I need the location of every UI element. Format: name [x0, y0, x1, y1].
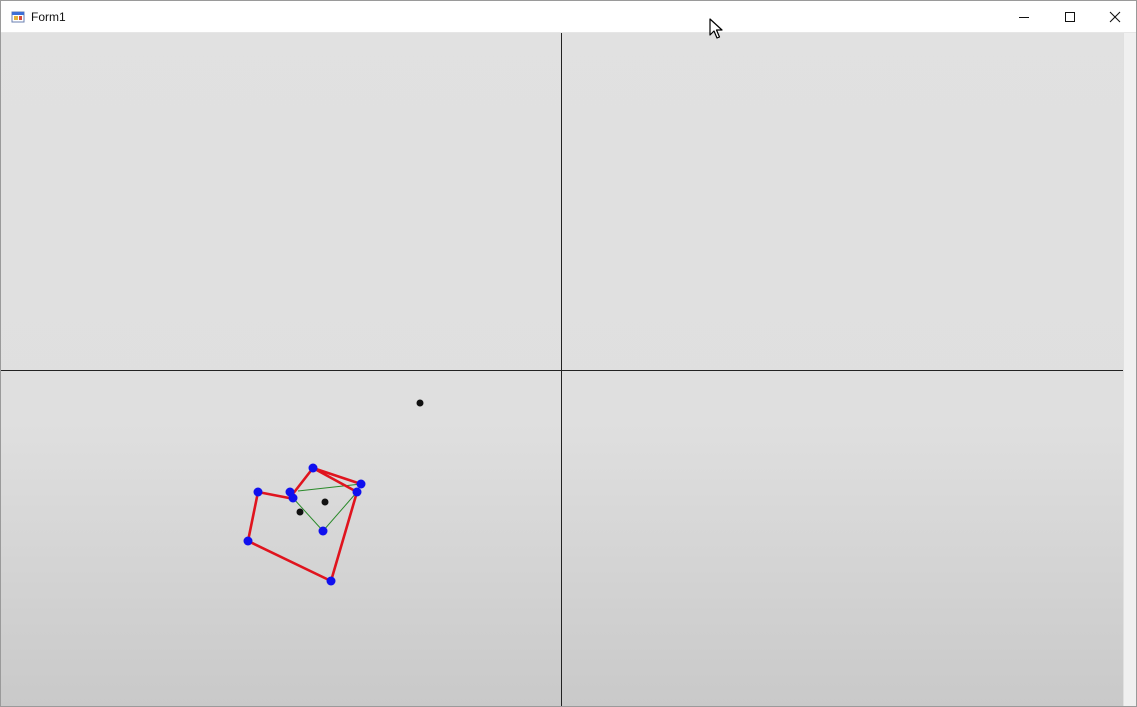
marker-point — [296, 508, 304, 516]
vertex-point[interactable] — [318, 526, 328, 536]
marker-point — [416, 399, 424, 407]
title-bar[interactable]: Form1 — [1, 1, 1136, 39]
vertex-point[interactable] — [288, 493, 298, 503]
app-icon — [11, 11, 25, 23]
maximize-icon — [1065, 12, 1075, 22]
vertex-point[interactable] — [308, 463, 318, 473]
canvas-surface[interactable] — [1, 33, 1123, 707]
drawing-canvas[interactable] — [1, 33, 1123, 707]
maximize-button[interactable] — [1047, 1, 1093, 33]
vertex-point[interactable] — [253, 487, 263, 497]
vertex-point[interactable] — [243, 536, 253, 546]
minimize-button[interactable] — [1001, 1, 1047, 33]
minimize-icon — [1019, 17, 1029, 18]
form1-window: Form1 — [0, 0, 1137, 707]
vertex-point[interactable] — [352, 487, 362, 497]
close-button[interactable] — [1092, 1, 1136, 33]
polygon-shape — [246, 466, 359, 583]
marker-point — [321, 498, 329, 506]
window-edge-strip — [1123, 33, 1136, 706]
window-title: Form1 — [31, 10, 66, 24]
close-icon — [1109, 11, 1121, 23]
vertex-point[interactable] — [326, 576, 336, 586]
vertex-point[interactable] — [356, 479, 366, 489]
